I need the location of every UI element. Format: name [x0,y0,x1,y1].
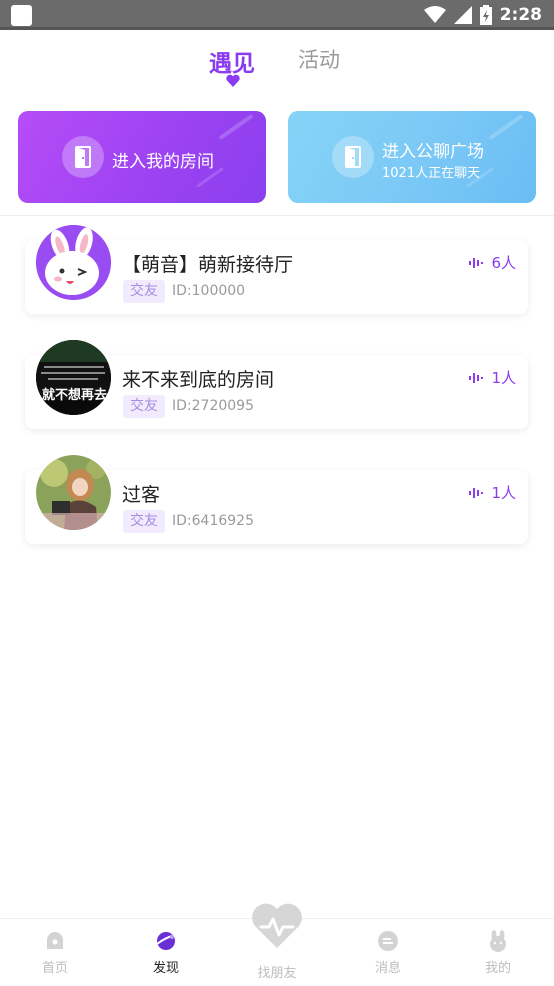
door-icon [62,136,104,178]
active-tab-heart-icon [226,74,240,87]
nav-home-label: 首页 [41,961,68,976]
tab-activity[interactable]: 活动 [298,44,340,74]
voice-wave-icon [469,257,484,268]
home-icon [47,932,63,949]
clock-time: 2:28 [499,5,542,25]
room-avatar-doll-photo[interactable] [36,455,111,530]
avatar-text: 就不想再去 [42,388,108,403]
room-id: ID:6416925 [172,513,254,529]
room-count-label: 1人 [491,484,516,502]
app-notification-icon [11,5,32,26]
battery-icon [479,5,492,25]
signal-icon [453,6,472,24]
status-bar: 2:28 [0,0,554,30]
online-count-text: 1021人正在聊天 [382,166,481,181]
room-online-count: 1人 [469,367,516,388]
enter-my-room-label: 进入我的房间 [112,152,214,172]
room-online-count: 6人 [469,252,516,273]
nav-discover-label: 发现 [152,961,179,976]
decoration [488,113,524,141]
room-online-count: 1人 [469,482,516,503]
find-friends-heart-icon[interactable] [249,900,305,950]
decoration [218,113,254,141]
nav-home[interactable]: 首页 [15,929,95,976]
divider [0,215,554,216]
nav-discover[interactable]: 发现 [126,929,206,976]
tab-meet[interactable]: 遇见 [209,44,255,78]
room-tag: 交友 [123,395,165,418]
room-title: 过客 [122,484,161,506]
wifi-icon [423,6,446,23]
top-tabs: 遇见 活动 [0,44,554,94]
status-icons: 2:28 [423,4,542,26]
enter-my-room-button[interactable]: 进入我的房间 [18,111,266,203]
room-avatar-bunny[interactable] [36,225,111,300]
door-icon [332,136,374,178]
nav-mine-label: 我的 [484,961,511,976]
room-id: ID:2720095 [172,398,254,414]
nav-find-friends-label[interactable]: 找朋友 [237,962,317,981]
nav-messages-label: 消息 [374,961,401,976]
room-avatar-text-image[interactable]: 就不想再去 [36,340,111,415]
voice-wave-icon [469,487,484,498]
room-title: 【萌音】萌新接待厅 [122,254,294,276]
room-count-label: 6人 [491,254,516,272]
room-tag: 交友 [123,280,165,303]
enter-public-square-label: 进入公聊广场 [382,142,484,162]
voice-wave-icon [469,372,484,383]
nav-messages[interactable]: 消息 [348,929,428,976]
enter-public-square-button[interactable]: 进入公聊广场 1021人正在聊天 [288,111,536,203]
message-icon [378,931,398,951]
discover-planet-icon [156,932,177,950]
room-tag: 交友 [123,510,165,533]
profile-bunny-icon [490,930,506,952]
room-count-label: 1人 [491,369,516,387]
nav-mine[interactable]: 我的 [458,929,538,976]
room-id: ID:100000 [172,283,246,299]
room-title: 来不来到底的房间 [122,369,275,391]
